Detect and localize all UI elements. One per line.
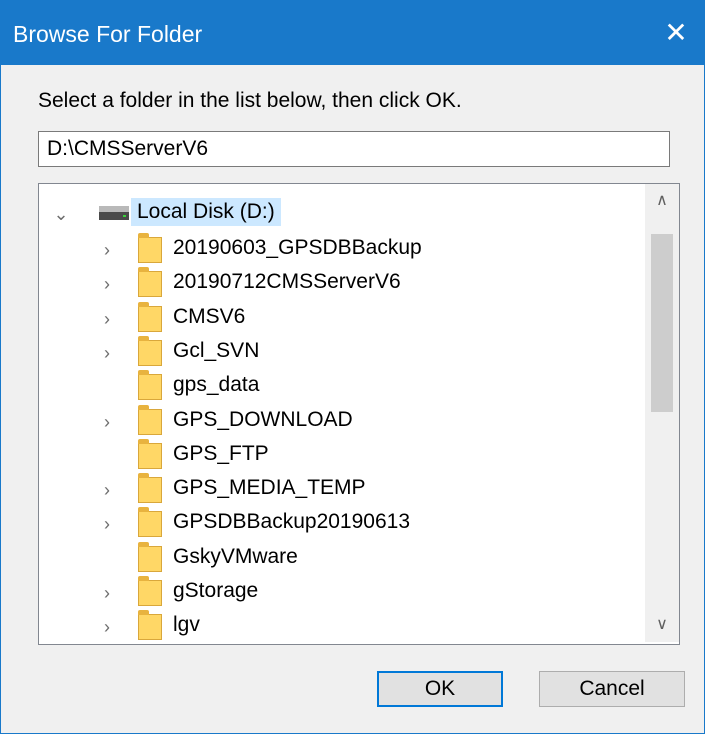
tree-item-label: CMSV6 — [173, 304, 246, 328]
tree-item[interactable]: › GPS_MEDIA_TEMP — [39, 472, 639, 508]
title-bar[interactable]: Browse For Folder ✕ — [1, 1, 704, 65]
tree-item[interactable]: › CMSV6 — [39, 301, 639, 337]
folder-icon — [138, 438, 162, 469]
tree-item-root-drive[interactable]: ⌄ Local Disk (D:) — [39, 196, 639, 232]
expand-chevron-icon[interactable]: › — [97, 309, 117, 329]
tree-item-label: lgv — [173, 613, 200, 637]
folder-icon — [138, 267, 162, 298]
scroll-up-icon[interactable]: ∧ — [645, 184, 679, 218]
tree-item[interactable]: › lgv — [39, 609, 639, 644]
scroll-down-icon[interactable]: ∨ — [645, 608, 679, 642]
tree-item-label: GPSDBBackup20190613 — [173, 510, 410, 534]
expand-chevron-icon[interactable]: › — [97, 240, 117, 260]
folder-icon — [138, 233, 162, 263]
drive-icon — [99, 206, 129, 220]
tree-item[interactable]: › gStorage — [39, 575, 639, 611]
folder-icon — [138, 610, 162, 641]
folder-icon — [138, 301, 162, 332]
folder-icon — [138, 541, 162, 572]
folder-path-input[interactable] — [38, 131, 670, 167]
expand-chevron-icon[interactable]: › — [97, 583, 117, 603]
tree-item[interactable]: GskyVMware — [39, 541, 639, 577]
tree-item[interactable]: › 20190712CMSServerV6 — [39, 266, 639, 302]
vertical-scrollbar[interactable]: ∧ ∨ — [645, 184, 679, 642]
tree-item-label: gStorage — [173, 579, 259, 602]
folder-icon — [138, 473, 162, 504]
expand-chevron-icon[interactable]: › — [97, 617, 117, 637]
tree-item[interactable]: GPS_FTP — [39, 438, 639, 474]
instruction-text: Select a folder in the list below, then … — [38, 89, 462, 112]
tree-item-label: 20190603_GPSDBBackup — [173, 236, 422, 259]
tree-item-label: GskyVMware — [173, 544, 298, 568]
folder-icon — [138, 507, 162, 538]
tree-item[interactable]: › GPSDBBackup20190613 — [39, 506, 639, 542]
ok-button[interactable]: OK — [377, 671, 503, 707]
folder-tree[interactable]: ⌄ Local Disk (D:) › 20190603_GPSDBBackup ›… — [38, 183, 680, 645]
tree-item-label: GPS_DOWNLOAD — [173, 407, 353, 431]
tree-item[interactable]: › Gcl_SVN — [39, 335, 639, 371]
collapse-chevron-icon[interactable]: ⌄ — [51, 204, 71, 224]
cancel-button[interactable]: Cancel — [539, 671, 685, 707]
tree-item-label: Local Disk (D:) — [131, 198, 281, 226]
expand-chevron-icon[interactable]: › — [97, 274, 117, 294]
folder-icon — [138, 335, 162, 366]
tree-item-label: 20190712CMSServerV6 — [173, 270, 401, 294]
expand-chevron-icon[interactable]: › — [97, 343, 117, 363]
expand-chevron-icon[interactable]: › — [97, 480, 117, 500]
tree-item-label: GPS_FTP — [173, 441, 269, 465]
expand-chevron-icon[interactable]: › — [97, 412, 117, 432]
tree-item[interactable]: gps_data — [39, 369, 639, 405]
close-icon[interactable]: ✕ — [656, 13, 696, 53]
tree-item-label: gps_data — [173, 373, 260, 397]
scroll-thumb[interactable] — [651, 234, 673, 412]
expand-chevron-icon[interactable]: › — [97, 514, 117, 534]
folder-icon — [138, 576, 162, 606]
tree-item-label: Gcl_SVN — [173, 338, 260, 362]
browse-for-folder-dialog: Browse For Folder ✕ Select a folder in t… — [0, 0, 705, 734]
tree-item-label: GPS_MEDIA_TEMP — [173, 476, 366, 500]
folder-icon — [138, 370, 162, 401]
tree-item[interactable]: › 20190603_GPSDBBackup — [39, 232, 639, 268]
dialog-title: Browse For Folder — [13, 21, 203, 47]
folder-icon — [138, 404, 162, 435]
tree-item[interactable]: › GPS_DOWNLOAD — [39, 404, 639, 440]
